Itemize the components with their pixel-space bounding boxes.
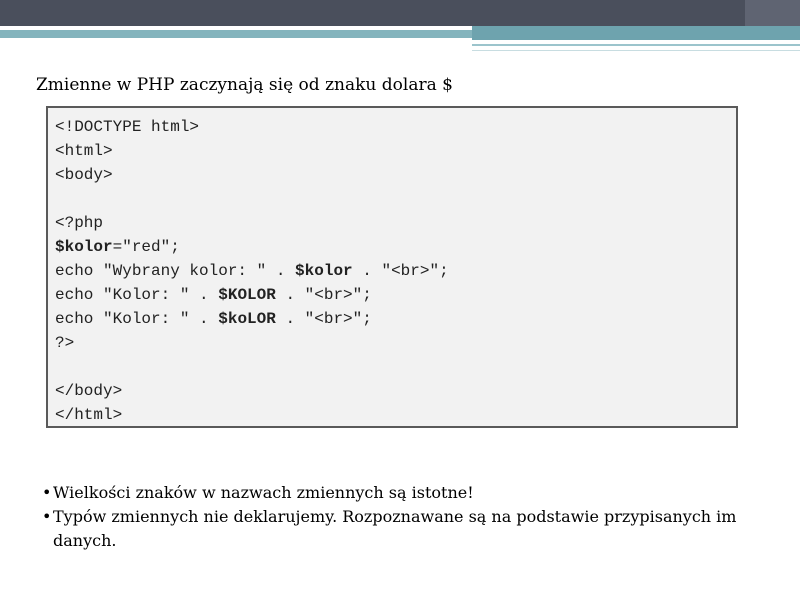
bullet-text: Wielkości znaków w nazwach zmiennych są …	[53, 483, 474, 502]
code-text: <!DOCTYPE html>	[55, 118, 200, 136]
code-line: <body>	[55, 163, 736, 187]
code-text: . "<br>";	[352, 262, 449, 280]
code-text: echo "Kolor: " .	[55, 286, 219, 304]
code-line: $kolor="red";	[55, 235, 736, 259]
bullet-marker: •	[42, 507, 52, 526]
code-text: <html>	[55, 142, 113, 160]
header-line	[472, 44, 800, 46]
code-text: . "<br>";	[275, 310, 372, 328]
code-variable: $KOLOR	[218, 286, 276, 304]
code-text: ?>	[55, 334, 75, 352]
code-line: </html>	[55, 403, 736, 427]
code-text: </html>	[55, 406, 123, 424]
code-text: <body>	[55, 166, 113, 184]
header-bar-accent	[745, 0, 800, 26]
header-line-thin	[472, 50, 800, 51]
code-line: echo "Wybrany kolor: " . $kolor . "<br>"…	[55, 259, 736, 283]
code-text: . "<br>";	[275, 286, 372, 304]
code-text: echo "Kolor: " .	[55, 310, 219, 328]
bullet-text: Typów zmiennych nie deklarujemy. Rozpozn…	[53, 507, 737, 550]
code-line: </body>	[55, 379, 736, 403]
code-text: </body>	[55, 382, 123, 400]
code-text: <?php	[55, 214, 104, 232]
header-bar	[0, 0, 800, 26]
bullet-item: • Wielkości znaków w nazwach zmiennych s…	[42, 481, 742, 505]
code-text: echo "Wybrany kolor: " .	[55, 262, 296, 280]
header-stripe-right	[472, 26, 800, 40]
bullet-item: • Typów zmiennych nie deklarujemy. Rozpo…	[42, 505, 742, 553]
code-line: echo "Kolor: " . $koLOR . "<br>";	[55, 307, 736, 331]
code-line: echo "Kolor: " . $KOLOR . "<br>";	[55, 283, 736, 307]
code-variable: $kolor	[295, 262, 353, 280]
code-line: <!DOCTYPE html>	[55, 115, 736, 139]
slide-heading: Zmienne w PHP zaczynają się od znaku dol…	[36, 75, 453, 95]
header-stripe-gap	[0, 39, 472, 41]
code-line: ?>	[55, 331, 736, 355]
bullet-list: • Wielkości znaków w nazwach zmiennych s…	[42, 481, 742, 553]
code-line: <?php	[55, 211, 736, 235]
code-line: <html>	[55, 139, 736, 163]
code-text: ="red";	[112, 238, 180, 256]
code-block: <!DOCTYPE html> <html> <body> <?php $kolor="…	[46, 106, 738, 428]
bullet-marker: •	[42, 483, 52, 502]
code-variable: $koLOR	[218, 310, 276, 328]
header-stripe-left	[0, 30, 472, 38]
code-variable: $kolor	[55, 238, 113, 256]
